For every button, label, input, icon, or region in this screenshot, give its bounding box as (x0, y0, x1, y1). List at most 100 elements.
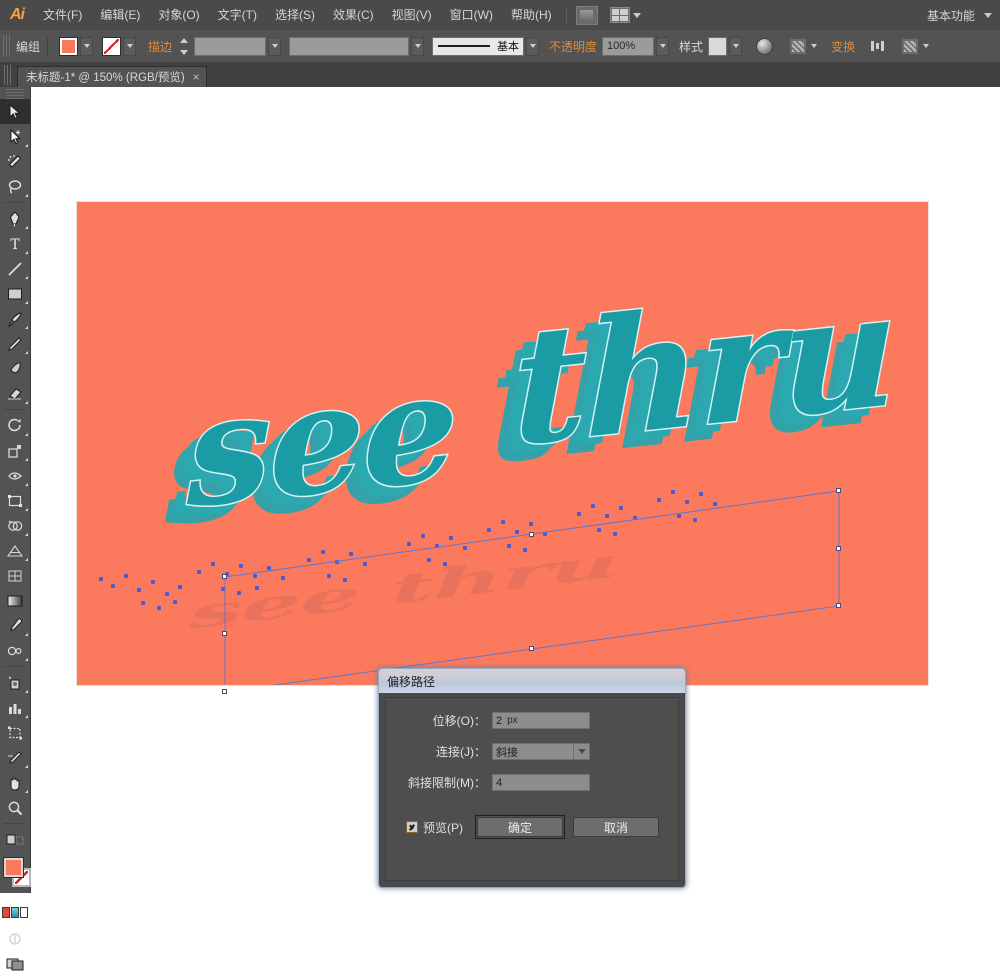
pencil-tool[interactable] (0, 331, 30, 356)
column-graph-tool[interactable] (0, 695, 30, 720)
opacity-mask-icon[interactable] (789, 37, 808, 55)
chevron-down-icon[interactable] (923, 44, 930, 48)
miter-limit-label: 斜接限制(M)： (408, 776, 486, 790)
menu-help[interactable]: 帮助(H) (502, 0, 561, 30)
stroke-profile-dropdown[interactable] (411, 36, 425, 56)
brush-definition-dropdown[interactable] (526, 36, 540, 56)
opacity-input[interactable]: 100% (602, 36, 655, 56)
slice-tool[interactable] (0, 745, 30, 770)
fill-swatch-group[interactable] (59, 36, 94, 56)
graphic-style-swatch[interactable] (708, 36, 728, 56)
menu-effect[interactable]: 效果(C) (324, 0, 383, 30)
artboard[interactable]: see see thru thru see thru see thru (77, 202, 928, 694)
gradient-icon[interactable] (11, 906, 19, 918)
shape-builder-tool[interactable] (0, 513, 30, 538)
type-tool[interactable]: T (0, 231, 30, 256)
stroke-weight-dropdown[interactable] (268, 36, 282, 56)
menu-select[interactable]: 选择(S) (266, 0, 324, 30)
control-bar-grip[interactable] (3, 35, 12, 57)
menu-type[interactable]: 文字(T) (209, 0, 266, 30)
preview-checkbox[interactable] (406, 821, 418, 833)
arrange-documents-button[interactable] (609, 7, 641, 23)
joins-value: 斜接 (496, 746, 518, 759)
width-tool[interactable] (0, 463, 30, 488)
transform-label[interactable]: 变换 (831, 38, 855, 55)
gradient-tool[interactable] (0, 588, 30, 613)
cancel-button[interactable]: 取消 (573, 817, 659, 837)
none-icon[interactable] (20, 906, 28, 918)
ok-button[interactable]: 确定 (475, 815, 565, 839)
drawing-modes-icon[interactable] (0, 926, 30, 951)
miter-limit-input[interactable]: 4 (492, 774, 590, 791)
lasso-tool[interactable] (0, 174, 30, 199)
offset-input[interactable]: 2 px (492, 712, 590, 729)
pen-tool[interactable] (0, 206, 30, 231)
chevron-down-icon (83, 44, 90, 48)
color-mode-buttons[interactable] (0, 904, 30, 920)
direct-selection-tool[interactable] (0, 124, 30, 149)
chevron-down-icon[interactable] (811, 44, 818, 48)
menu-window[interactable]: 窗口(W) (441, 0, 502, 30)
workspace-switcher[interactable]: 基本功能 (927, 0, 992, 30)
menu-object[interactable]: 对象(O) (149, 0, 208, 30)
draw-normal-icon[interactable] (0, 827, 30, 852)
free-transform-tool[interactable] (0, 488, 30, 513)
fill-dropdown-button[interactable] (80, 36, 94, 56)
recolor-artwork-icon[interactable] (756, 37, 774, 55)
toolbar-fill-swatch[interactable] (4, 858, 23, 877)
close-icon[interactable]: × (193, 71, 200, 83)
paintbrush-tool[interactable] (0, 306, 30, 331)
brush-definition-label: 基本 (497, 41, 520, 53)
eraser-tool[interactable] (0, 381, 30, 406)
stroke-none-swatch[interactable] (102, 36, 122, 56)
blend-tool[interactable] (0, 638, 30, 663)
arrange-documents-icon (609, 7, 630, 23)
fill-stroke-swatches[interactable] (0, 856, 31, 902)
menu-view[interactable]: 视图(V) (383, 0, 441, 30)
menu-edit[interactable]: 编辑(E) (91, 0, 149, 30)
hand-tool[interactable] (0, 770, 30, 795)
stroke-dropdown-button[interactable] (123, 36, 137, 56)
mesh-tool[interactable] (0, 563, 30, 588)
eyedropper-tool[interactable] (0, 613, 30, 638)
brush-definition-select[interactable]: 基本 (432, 36, 525, 56)
bridge-icon[interactable] (575, 5, 598, 25)
align-icon[interactable] (869, 39, 887, 54)
graphic-style-dropdown[interactable] (729, 36, 743, 56)
menu-bar: Ai 文件(F) 编辑(E) 对象(O) 文字(T) 选择(S) 效果(C) 视… (0, 0, 1000, 31)
miter-limit-row: 斜接限制(M)： 4 (386, 774, 678, 791)
perspective-grid-tool[interactable] (0, 538, 30, 563)
rectangle-tool[interactable] (0, 281, 30, 306)
menu-file[interactable]: 文件(F) (34, 0, 91, 30)
zoom-tool[interactable] (0, 795, 30, 820)
opacity-dropdown[interactable] (656, 36, 670, 56)
dialog-title-bar[interactable]: 偏移路径 (379, 669, 685, 693)
magic-wand-tool[interactable] (0, 149, 30, 174)
tools-panel-grip[interactable] (6, 89, 24, 99)
chevron-down-icon[interactable] (573, 744, 589, 759)
stroke-swatch-group[interactable] (102, 36, 137, 56)
document-tab[interactable]: 未标题-1* @ 150% (RGB/预览) × (17, 66, 207, 87)
stroke-profile-select[interactable] (289, 36, 410, 56)
stroke-weight-input[interactable] (194, 36, 267, 56)
fill-swatch[interactable] (59, 36, 79, 56)
stroke-label: 描边 (148, 39, 173, 54)
selection-tool[interactable] (0, 99, 30, 124)
preview-label: 预览(P) (423, 820, 463, 835)
line-segment-tool[interactable] (0, 256, 30, 281)
chevron-down-icon (126, 44, 133, 48)
chevron-down-icon (529, 44, 536, 48)
symbol-sprayer-tool[interactable] (0, 670, 30, 695)
artboard-tool[interactable] (0, 720, 30, 745)
color-icon[interactable] (2, 906, 10, 918)
rotate-tool[interactable] (0, 413, 30, 438)
stroke-weight-stepper[interactable] (177, 37, 190, 56)
arrange-icon[interactable] (901, 37, 920, 55)
screen-mode-icon[interactable] (0, 951, 30, 976)
scale-tool[interactable] (0, 438, 30, 463)
joins-select[interactable]: 斜接 (492, 743, 590, 760)
tab-bar-grip[interactable] (4, 65, 13, 85)
blob-brush-tool[interactable] (0, 356, 30, 381)
offset-label: 位移(O)： (432, 714, 486, 728)
offset-value: 2 (496, 714, 503, 727)
